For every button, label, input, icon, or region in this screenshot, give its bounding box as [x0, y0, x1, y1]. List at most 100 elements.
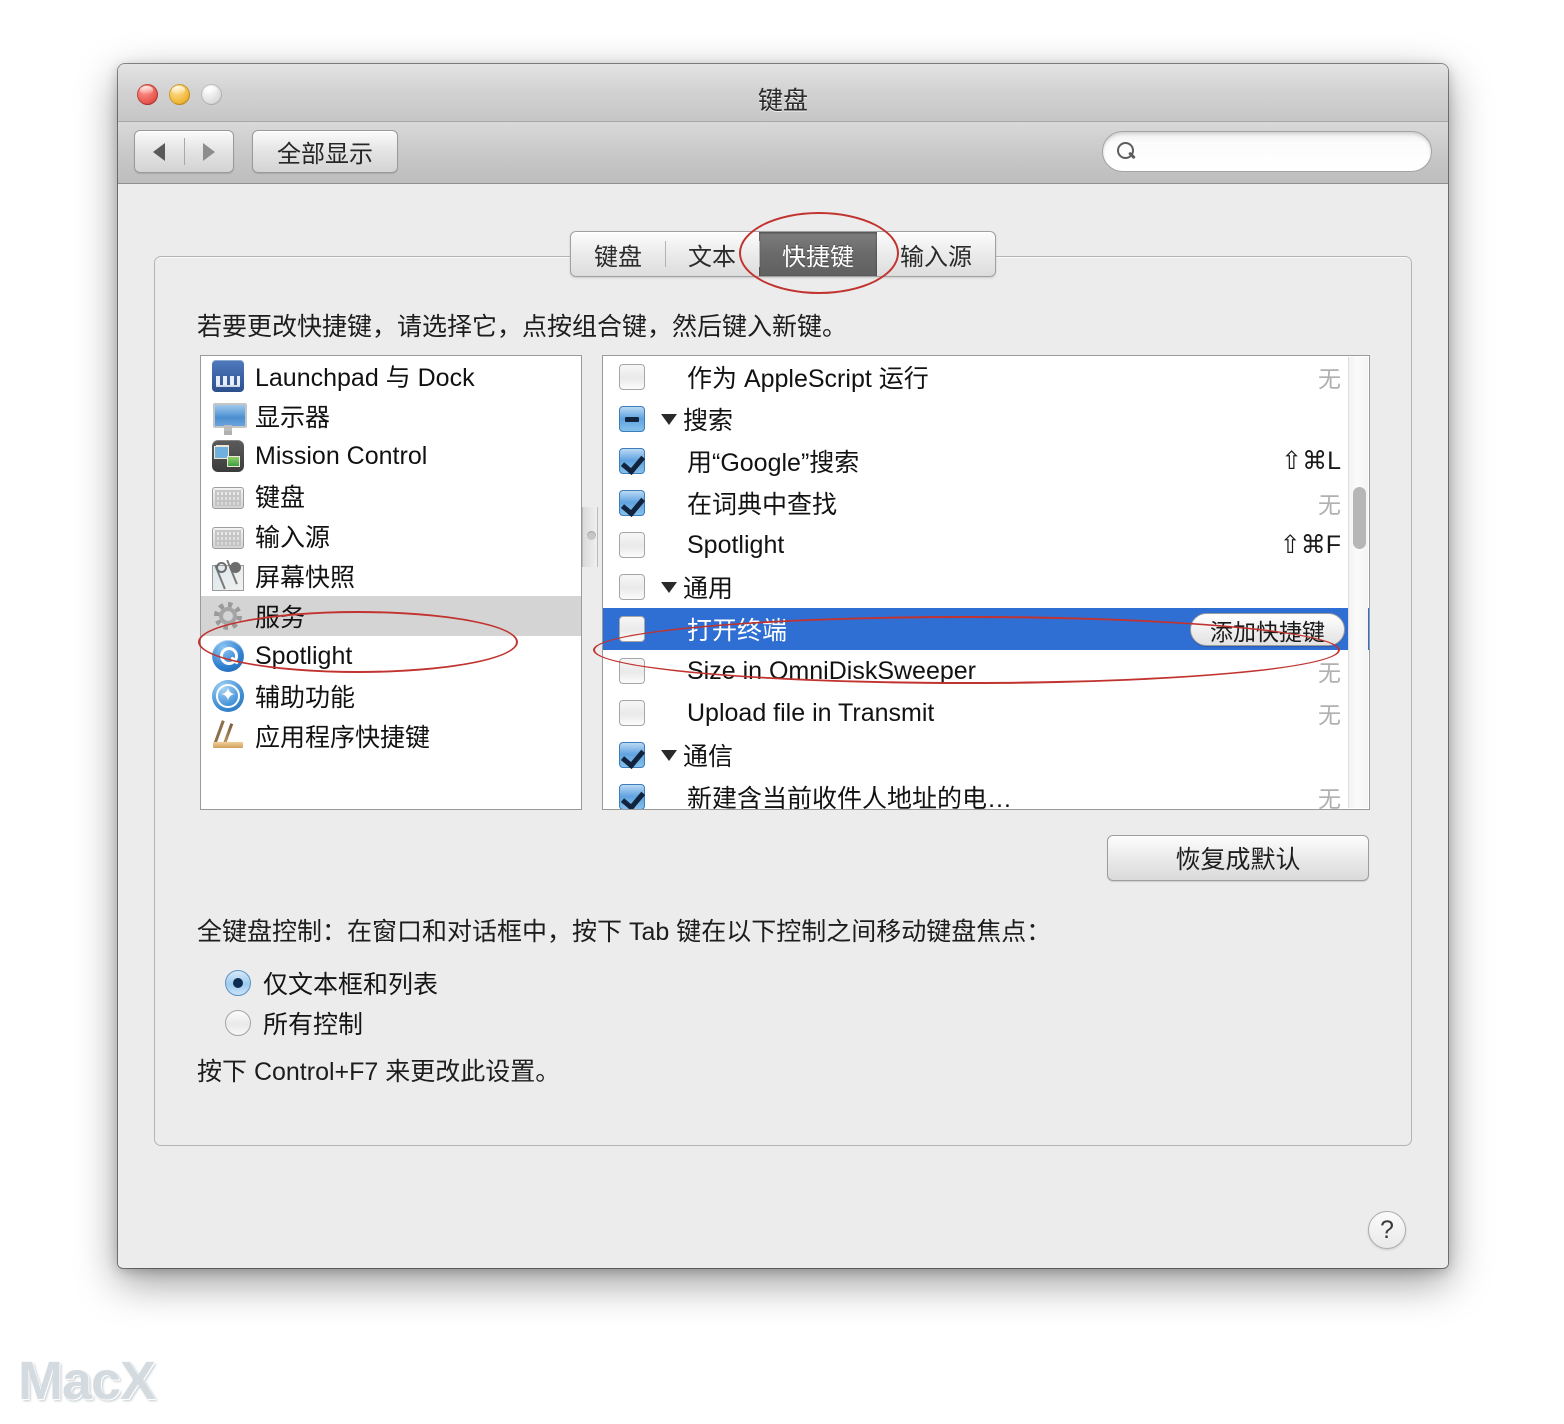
sidebar-item-label: Mission Control [255, 441, 428, 470]
checkbox-on[interactable] [619, 490, 645, 516]
shortcut-key: ⇧⌘F [1279, 531, 1341, 559]
sidebar-item-0[interactable]: Launchpad 与 Dock [201, 356, 581, 396]
sidebar-item-label: 输入源 [255, 524, 331, 552]
tab-input-sources[interactable]: 输入源 [877, 232, 995, 276]
radio-text-boxes-and-lists[interactable]: 仅文本框和列表 [225, 965, 438, 1001]
add-shortcut-button[interactable]: 添加快捷键 [1190, 613, 1345, 646]
shortcut-label: Upload file in Transmit [687, 698, 935, 727]
sidebar-item-2[interactable]: Mission Control [201, 436, 581, 476]
shortcut-label: 用“Google”搜索 [687, 449, 860, 477]
checkbox-off[interactable] [619, 532, 645, 558]
keyboard-icon [212, 487, 244, 509]
window-titlebar: 键盘 [118, 64, 1448, 122]
shortcuts-pane: 键盘 文本 快捷键 输入源 若要更改快捷键，请选择它，点按组合键，然后键入新键。… [154, 231, 1412, 1146]
window-title: 键盘 [757, 87, 808, 115]
navigation-button-group [134, 130, 234, 173]
control-f7-note: 按下 Control+F7 来更改此设置。 [197, 1058, 561, 1086]
shortcut-list[interactable]: 作为 AppleScript 运行无搜索 用“Google”搜索 ⇧⌘L 在词典中查找… [602, 355, 1370, 810]
chevron-down-icon[interactable] [661, 581, 677, 593]
shortcut-label: 通信 [683, 743, 734, 771]
tab-text[interactable]: 文本 [665, 232, 759, 276]
restore-defaults-button[interactable]: 恢复成默认 [1107, 835, 1369, 881]
checkbox-off[interactable] [619, 658, 645, 684]
category-list[interactable]: Launchpad 与 Dock 显示器 Mission Control 键盘输入源屏… [200, 355, 582, 810]
search-field[interactable] [1102, 131, 1432, 172]
chevron-left-icon [153, 142, 166, 161]
shortcut-key-none: 无 [1318, 786, 1341, 810]
tab-keyboard[interactable]: 键盘 [571, 232, 665, 276]
table-row[interactable]: 作为 AppleScript 运行 无 [603, 356, 1369, 398]
screenshot-icon [212, 561, 244, 591]
sidebar-item-label: Launchpad 与 Dock [255, 364, 475, 392]
checkbox-on[interactable] [619, 742, 645, 768]
search-icon [1117, 141, 1137, 162]
forward-button[interactable] [185, 131, 234, 172]
sidebar-item-3[interactable]: 键盘 [201, 476, 581, 516]
shortcut-label: 通用 [683, 575, 734, 603]
shortcut-key-none: 无 [1318, 660, 1341, 686]
tab-input-sources-label: 输入源 [900, 243, 972, 271]
sidebar-item-1[interactable]: 显示器 [201, 396, 581, 436]
table-row[interactable]: 用“Google”搜索 ⇧⌘L [603, 440, 1369, 482]
shortcut-label: 打开终端 [687, 617, 788, 645]
radio-all-controls[interactable]: 所有控制 [225, 1005, 363, 1041]
watermark: MacX [18, 1351, 156, 1411]
sidebar-item-label: 键盘 [255, 484, 306, 512]
checkbox-off[interactable] [619, 700, 645, 726]
search-input[interactable] [1137, 139, 1431, 164]
shortcut-list-scrollbar[interactable] [1348, 357, 1368, 808]
sidebar-item-8[interactable]: 辅助功能 [201, 676, 581, 716]
checkbox-on[interactable] [619, 448, 645, 474]
sidebar-item-4[interactable]: 输入源 [201, 516, 581, 556]
table-row[interactable]: 打开终端 添加快捷键 [603, 608, 1369, 650]
checkbox-on[interactable] [619, 784, 645, 809]
sidebar-item-6[interactable]: 服务 [201, 596, 581, 636]
table-row[interactable]: Spotlight ⇧⌘F [603, 524, 1369, 566]
radio-button-unselected-icon [225, 1010, 251, 1036]
pane-divider-handle[interactable] [582, 507, 598, 567]
table-row[interactable]: Upload file in Transmit 无 [603, 692, 1369, 734]
tab-shortcuts[interactable]: 快捷键 [759, 232, 877, 276]
gear-icon [212, 600, 244, 632]
scrollbar-thumb[interactable] [1353, 487, 1366, 549]
pane-divider-dot [587, 531, 596, 540]
shortcut-key: ⇧⌘L [1281, 447, 1341, 475]
preferences-body: 键盘 文本 快捷键 输入源 若要更改快捷键，请选择它，点按组合键，然后键入新键。… [118, 184, 1448, 1267]
table-row[interactable]: Size in OmniDiskSweeper 无 [603, 650, 1369, 692]
sidebar-item-7[interactable]: Spotlight [201, 636, 581, 676]
radio-text-boxes-and-lists-label: 仅文本框和列表 [263, 971, 439, 999]
table-row[interactable]: 通信 [603, 734, 1369, 776]
radio-button-selected-icon [225, 970, 251, 996]
shortcut-label: 作为 AppleScript 运行 [687, 365, 929, 393]
show-all-button[interactable]: 全部显示 [252, 130, 398, 173]
sidebar-item-9[interactable]: 应用程序快捷键 [201, 716, 581, 756]
sidebar-item-label: 显示器 [255, 404, 331, 432]
checkbox-off[interactable] [619, 574, 645, 600]
chevron-down-icon[interactable] [661, 749, 677, 761]
table-row[interactable]: 通用 [603, 566, 1369, 608]
display-icon [212, 400, 247, 432]
checkbox-off[interactable] [619, 616, 645, 642]
radio-all-controls-label: 所有控制 [263, 1011, 364, 1039]
shortcut-label: 新建含当前收件人地址的电… [687, 785, 1013, 810]
sidebar-item-label: Spotlight [255, 641, 353, 670]
table-row[interactable]: 搜索 [603, 398, 1369, 440]
help-button[interactable]: ? [1368, 1211, 1406, 1249]
shortcut-key-none: 无 [1318, 702, 1341, 728]
checkbox-off[interactable] [619, 364, 645, 390]
help-icon: ? [1380, 1215, 1394, 1244]
show-all-label: 全部显示 [277, 141, 373, 168]
launchpad-icon [212, 360, 244, 392]
instruction-text: 若要更改快捷键，请选择它，点按组合键，然后键入新键。 [197, 313, 848, 341]
sidebar-item-label: 应用程序快捷键 [255, 724, 431, 752]
tab-shortcuts-label: 快捷键 [782, 243, 854, 271]
sidebar-item-label: 辅助功能 [255, 684, 356, 712]
table-row[interactable]: 新建含当前收件人地址的电… 无 [603, 776, 1369, 810]
checkbox-mixed[interactable] [619, 406, 645, 432]
app-shortcuts-icon [212, 720, 244, 752]
table-row[interactable]: 在词典中查找 无 [603, 482, 1369, 524]
shortcut-key-none: 无 [1318, 492, 1341, 518]
back-button[interactable] [135, 131, 184, 172]
chevron-down-icon[interactable] [661, 413, 677, 425]
sidebar-item-5[interactable]: 屏幕快照 [201, 556, 581, 596]
